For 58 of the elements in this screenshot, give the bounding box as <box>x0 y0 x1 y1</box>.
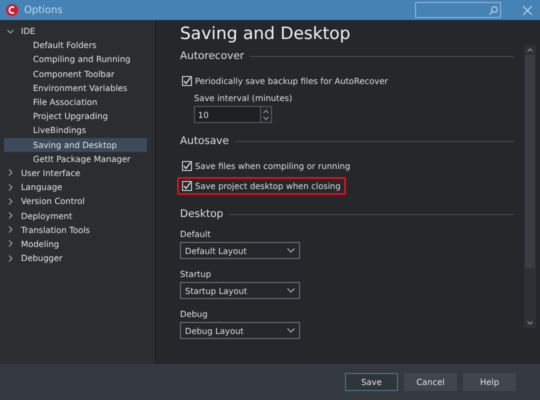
scroll-up-icon[interactable] <box>527 48 533 52</box>
tree-item[interactable]: File Association <box>0 94 147 110</box>
field-label: Save interval (minutes) <box>194 93 294 103</box>
field-label: Startup <box>180 269 212 279</box>
number-field[interactable]: 10 <box>194 106 261 123</box>
section-heading: Autorecover <box>180 50 244 62</box>
checkbox-label[interactable]: Save files when compiling or running <box>195 161 350 171</box>
checkbox-label[interactable]: Save project desktop when closing <box>195 181 341 191</box>
checkbox[interactable] <box>182 76 192 86</box>
tree-item[interactable]: Default Folders <box>0 38 147 52</box>
chevron-icon[interactable] <box>7 226 14 234</box>
tree-item[interactable]: Project Upgrading <box>0 109 147 124</box>
search-icon <box>489 6 498 14</box>
checkbox-label[interactable]: Periodically save backup files for AutoRecover <box>195 76 388 86</box>
chevron-icon[interactable] <box>7 240 14 248</box>
tree-item[interactable]: Component Toolbar <box>0 66 147 81</box>
window-title: Options <box>24 4 64 16</box>
tree-item[interactable]: Compiling and Running <box>0 52 147 67</box>
tree-item[interactable]: Version Control <box>0 194 147 208</box>
tree-item[interactable]: Language <box>0 180 147 194</box>
app-logo-icon <box>6 4 18 16</box>
chevron-icon[interactable] <box>7 198 14 205</box>
chevron-down-icon <box>287 248 295 253</box>
scroll-down-icon[interactable] <box>527 321 533 325</box>
tree-item[interactable]: Modeling <box>0 236 147 251</box>
tree-item[interactable]: GetIt Package Manager <box>0 152 147 166</box>
checkbox[interactable] <box>182 161 192 171</box>
chevron-icon[interactable] <box>7 169 14 176</box>
page-title: Saving and Desktop <box>180 24 352 44</box>
close-icon[interactable] <box>523 6 532 14</box>
chevron-icon[interactable] <box>7 254 14 262</box>
field-label: Debug <box>180 309 209 319</box>
scrollbar[interactable] <box>524 45 536 328</box>
tree-item[interactable]: IDE <box>0 24 147 38</box>
tree-item[interactable]: User Interface <box>0 166 147 180</box>
search-field[interactable] <box>415 2 501 18</box>
dialog-button[interactable]: Save <box>345 373 398 391</box>
section-heading: Autosave <box>180 135 229 147</box>
chevron-icon[interactable] <box>7 28 14 35</box>
chevron-icon[interactable] <box>7 184 14 191</box>
tree-item[interactable]: Deployment <box>0 208 147 223</box>
dialog-button[interactable]: Cancel <box>404 373 457 391</box>
chevron-down-icon <box>287 328 295 333</box>
checkbox[interactable] <box>182 181 192 191</box>
field-label: Default <box>180 229 212 239</box>
spin-buttons[interactable] <box>261 106 272 123</box>
section-heading: Desktop <box>180 208 224 220</box>
dropdown[interactable]: Startup Layout <box>180 282 300 299</box>
chevron-icon[interactable] <box>7 212 14 220</box>
dropdown[interactable]: Debug Layout <box>180 322 300 339</box>
tree-item[interactable]: Debugger <box>0 251 147 266</box>
tree-item[interactable]: Environment Variables <box>0 80 147 95</box>
chevron-down-icon <box>287 288 295 293</box>
dialog-button[interactable]: Help <box>463 373 516 391</box>
tree-item[interactable]: LiveBindings <box>0 123 147 138</box>
tree-item[interactable]: Translation Tools <box>0 222 147 237</box>
dropdown[interactable]: Default Layout <box>180 242 300 259</box>
tree-item[interactable]: Saving and Desktop <box>4 138 147 152</box>
